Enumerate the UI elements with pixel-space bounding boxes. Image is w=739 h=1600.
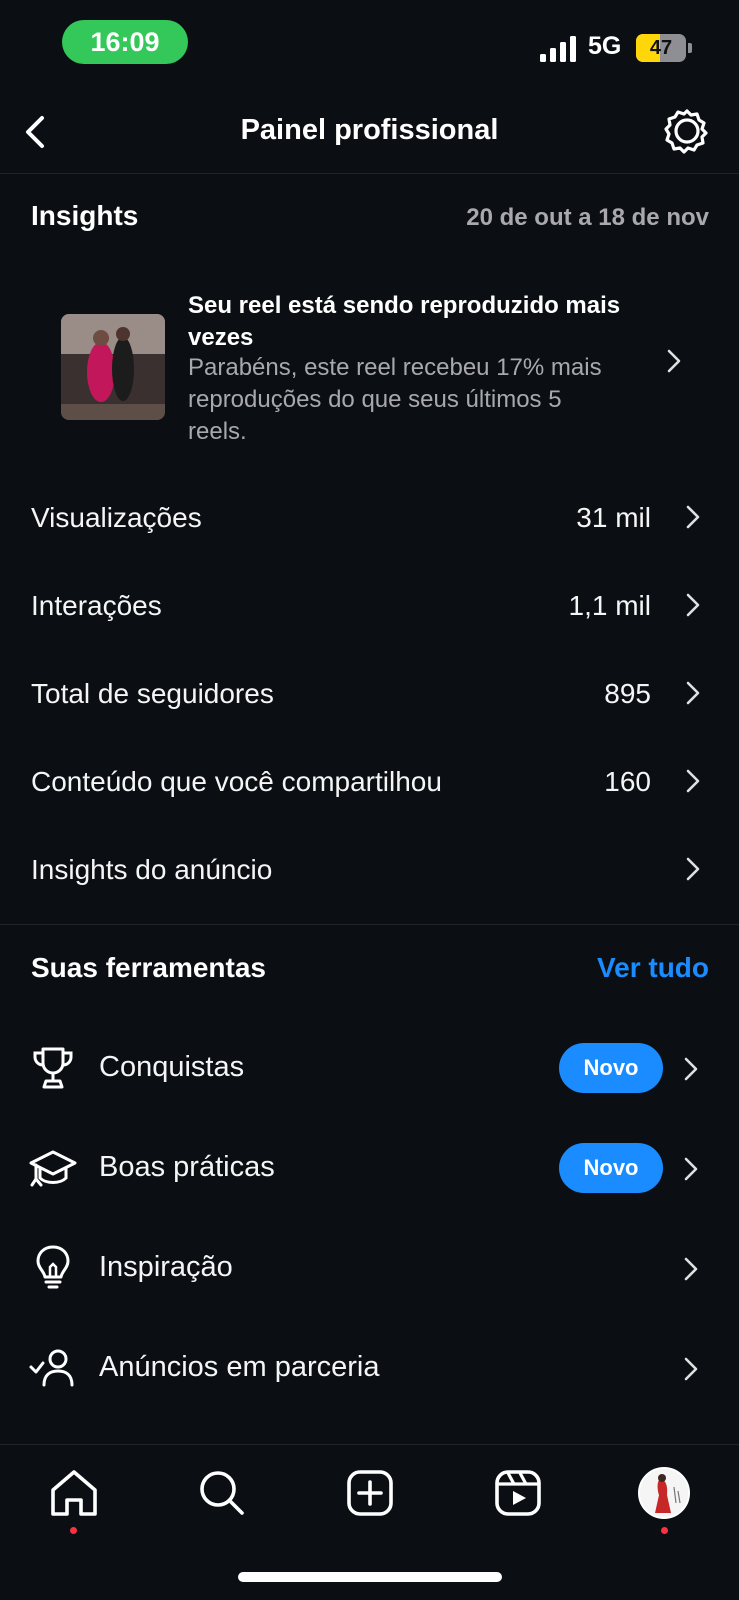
battery-indicator: 47 [636, 34, 686, 62]
network-type: 5G [588, 32, 622, 60]
metric-label: Total de seguidores [31, 678, 274, 709]
tool-label: Conquistas [99, 1051, 245, 1083]
new-badge: Novo [559, 1143, 663, 1193]
metric-value: 895 [604, 678, 651, 709]
home-notification-dot [70, 1527, 77, 1534]
date-range[interactable]: 20 de out a 18 de nov [466, 204, 709, 232]
metric-row-interactions[interactable]: Interações 1,1 mil [0, 562, 739, 650]
tool-label: Inspiração [99, 1251, 233, 1283]
professional-dashboard-screen: 16:09 5G 47 Painel profissional Insights… [0, 0, 739, 1600]
page-title: Painel profissional [240, 114, 499, 146]
tool-label: Anúncios em parceria [99, 1351, 380, 1383]
reel-card-title: Seu reel está sendo reproduzido mais vez… [188, 292, 621, 351]
tool-row-achievements[interactable]: Conquistas Novo [0, 1019, 739, 1119]
create-plus-icon[interactable] [342, 1465, 398, 1521]
reel-insight-card[interactable]: Seu reel está sendo reproduzido mais vez… [31, 286, 709, 448]
tool-row-inspiration[interactable]: Inspiração [0, 1219, 739, 1319]
insights-title: Insights [31, 200, 139, 231]
search-icon[interactable] [194, 1465, 250, 1521]
section-divider [0, 924, 739, 925]
home-icon[interactable] [46, 1465, 102, 1521]
trophy-icon [33, 1047, 73, 1089]
see-all-link[interactable]: Ver tudo [597, 952, 709, 984]
chevron-right-icon [686, 505, 700, 529]
battery-cap [688, 43, 692, 53]
metric-value: 31 mil [576, 502, 651, 533]
tools-title: Suas ferramentas [31, 952, 267, 983]
metric-label: Interações [31, 590, 162, 621]
chevron-right-icon [684, 1157, 698, 1181]
chevron-right-icon [684, 1257, 698, 1281]
metric-row-views[interactable]: Visualizações 31 mil [0, 474, 739, 562]
tools-header: Suas ferramentas Ver tudo [31, 952, 709, 996]
metric-value: 1,1 mil [568, 590, 651, 621]
home-indicator [238, 1572, 502, 1582]
chevron-right-icon [684, 1057, 698, 1081]
reel-thumbnail [61, 314, 165, 420]
chevron-right-icon [667, 349, 681, 373]
graduation-cap-icon [29, 1150, 77, 1187]
metric-label: Visualizações [31, 502, 202, 533]
status-time: 16:09 [62, 20, 188, 64]
metric-value: 160 [604, 766, 651, 797]
chevron-right-icon [686, 593, 700, 617]
chevron-right-icon [686, 857, 700, 881]
new-badge: Novo [559, 1043, 663, 1093]
chevron-right-icon [686, 769, 700, 793]
status-bar: 16:09 5G 47 [0, 0, 739, 90]
reel-card-description: Parabéns, este reel recebeu 17% mais rep… [188, 354, 602, 445]
chevron-right-icon [684, 1357, 698, 1381]
profile-notification-dot [661, 1527, 668, 1534]
profile-avatar[interactable] [638, 1467, 690, 1519]
tool-label: Boas práticas [99, 1151, 275, 1183]
chevron-right-icon [686, 681, 700, 705]
battery-percent: 47 [649, 37, 673, 59]
tool-row-partnership-ads[interactable]: Anúncios em parceria [0, 1319, 739, 1419]
reels-icon[interactable] [490, 1465, 546, 1521]
lightbulb-icon [36, 1245, 70, 1289]
metric-row-followers[interactable]: Total de seguidores 895 [0, 650, 739, 738]
metric-label: Insights do anúncio [31, 854, 273, 885]
metric-row-shared-content[interactable]: Conteúdo que você compartilhou 160 [0, 738, 739, 826]
cellular-signal-icon [540, 36, 576, 62]
metric-row-ad-insights[interactable]: Insights do anúncio [0, 826, 739, 914]
partnership-user-icon [29, 1349, 74, 1387]
insights-header: Insights 20 de out a 18 de nov [31, 200, 709, 244]
metric-label: Conteúdo que você compartilhou [31, 766, 442, 797]
settings-gear-icon[interactable] [662, 106, 712, 156]
top-header: Painel profissional [0, 90, 739, 174]
tool-row-best-practices[interactable]: Boas práticas Novo [0, 1119, 739, 1219]
